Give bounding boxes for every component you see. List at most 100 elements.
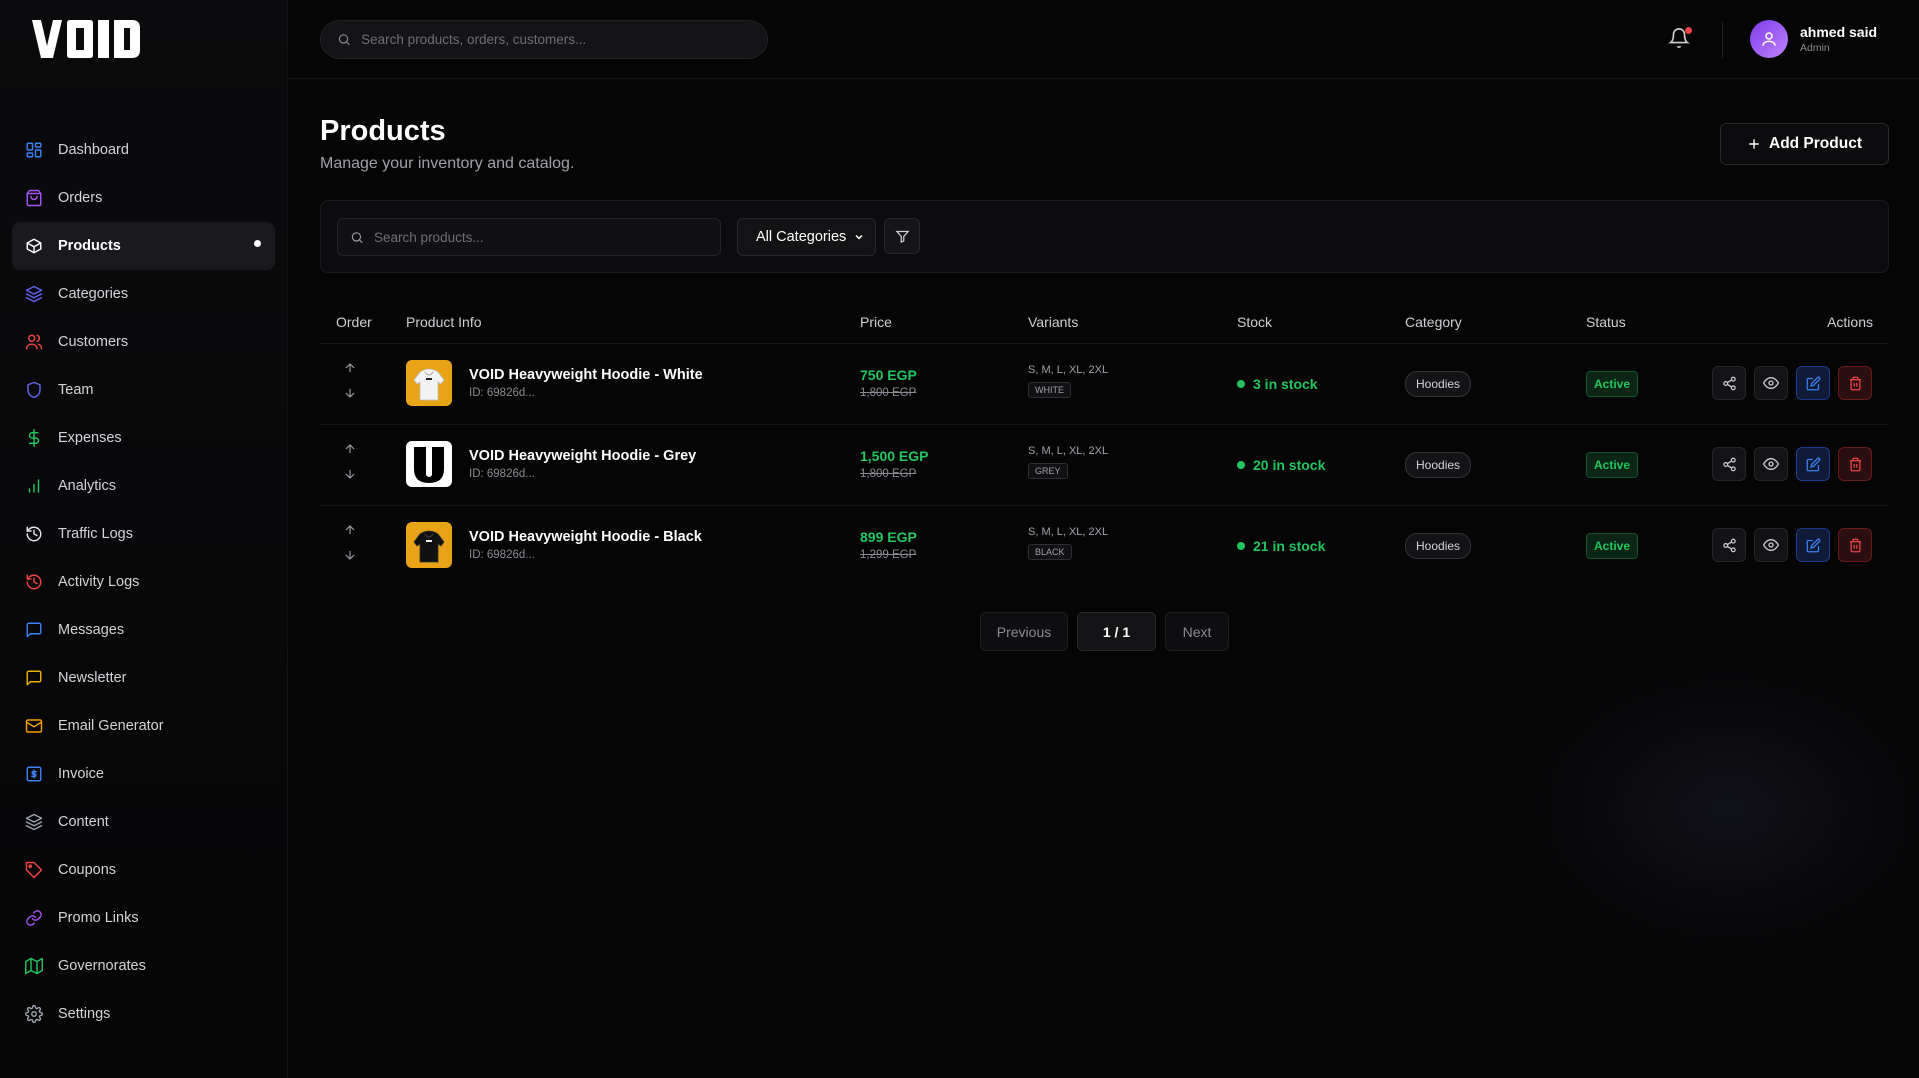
status-badge: Active (1586, 452, 1639, 478)
column-header[interactable]: Actions (1827, 314, 1873, 330)
delete-button[interactable] (1838, 366, 1872, 400)
arrow-down-icon (345, 469, 355, 479)
view-button[interactable] (1754, 447, 1788, 481)
table-body: VOID Heavyweight Hoodie - White ID: 69826… (320, 344, 1889, 587)
category-chip: Hoodies (1405, 371, 1472, 397)
notifications-button[interactable] (1668, 27, 1692, 51)
edit-button[interactable] (1796, 447, 1830, 481)
product-search-input[interactable] (374, 229, 720, 245)
stock-label: 20 in stock (1253, 457, 1326, 473)
map-icon (24, 956, 44, 976)
variant-color-tag: BLACK (1028, 544, 1072, 560)
trash-icon (1849, 538, 1861, 552)
sidebar-item-newsletter[interactable]: Newsletter (12, 654, 275, 702)
sidebar-nav: Dashboard Orders Products Categories Custome… (12, 126, 275, 1038)
divider (1722, 22, 1723, 58)
product-thumbnail (406, 522, 452, 568)
column-header[interactable]: Price (860, 314, 892, 330)
variant-color-tag: GREY (1028, 463, 1068, 479)
sidebar-item-products[interactable]: Products (12, 222, 275, 270)
column-header[interactable]: Category (1405, 314, 1462, 330)
sidebar-item-label: Traffic Logs (58, 526, 133, 542)
dashboard-icon (24, 140, 44, 160)
layers-icon (24, 812, 44, 832)
main-content: Products Manage your inventory and catal… (288, 79, 1919, 1078)
move-up-button[interactable] (342, 441, 358, 457)
move-up-button[interactable] (342, 522, 358, 538)
sidebar-item-label: Orders (58, 190, 103, 206)
logo-wordmark (32, 20, 140, 58)
sidebar-item-messages[interactable]: Messages (12, 606, 275, 654)
global-search[interactable] (320, 20, 768, 59)
sidebar-item-label: Categories (58, 286, 129, 302)
product-name[interactable]: VOID Heavyweight Hoodie - White (469, 367, 703, 383)
sidebar-item-invoice[interactable]: Invoice (12, 750, 275, 798)
product-id: ID: 69826d... (469, 468, 535, 480)
view-button[interactable] (1754, 528, 1788, 562)
column-header[interactable]: Stock (1237, 314, 1272, 330)
share-button[interactable] (1712, 447, 1746, 481)
user-menu[interactable]: ahmed said Admin (1750, 20, 1877, 58)
eye-icon (1763, 376, 1779, 390)
product-search[interactable] (337, 218, 721, 256)
sidebar-item-label: Customers (58, 334, 129, 350)
sidebar-item-orders[interactable]: Orders (12, 174, 275, 222)
sidebar-item-team[interactable]: Team (12, 366, 275, 414)
products-table: Order Product Info Price Variants Stock … (320, 302, 1889, 587)
layers-icon (24, 284, 44, 304)
column-header[interactable]: Status (1586, 314, 1626, 330)
plus-icon (1749, 139, 1759, 149)
sidebar-item-categories[interactable]: Categories (12, 270, 275, 318)
product-name[interactable]: VOID Heavyweight Hoodie - Grey (469, 448, 696, 464)
stock-status: 20 in stock (1237, 457, 1325, 473)
view-button[interactable] (1754, 366, 1788, 400)
share-button[interactable] (1712, 528, 1746, 562)
sidebar-item-label: Products (58, 238, 121, 254)
move-down-button[interactable] (342, 385, 358, 401)
sidebar-item-label: Email Generator (58, 718, 164, 734)
sidebar-item-activity-logs[interactable]: Activity Logs (12, 558, 275, 606)
order-controls (342, 441, 358, 482)
sidebar-item-customers[interactable]: Customers (12, 318, 275, 366)
message-square-icon (24, 668, 44, 688)
sidebar-item-label: Promo Links (58, 910, 139, 926)
sidebar-item-content[interactable]: Content (12, 798, 275, 846)
add-product-button[interactable]: Add Product (1720, 123, 1889, 165)
sidebar-item-promo-links[interactable]: Promo Links (12, 894, 275, 942)
variant-sizes: S, M, L, XL, 2XL (1028, 364, 1109, 376)
category-select[interactable]: All Categories (737, 218, 876, 256)
sidebar-item-governorates[interactable]: Governorates (12, 942, 275, 990)
move-down-button[interactable] (342, 547, 358, 563)
column-header[interactable]: Product Info (406, 314, 482, 330)
next-page-button[interactable]: Next (1165, 612, 1229, 651)
table-header: Order Product Info Price Variants Stock … (320, 302, 1889, 344)
sidebar-item-expenses[interactable]: Expenses (12, 414, 275, 462)
share-button[interactable] (1712, 366, 1746, 400)
row-actions (1712, 366, 1872, 400)
sidebar-item-analytics[interactable]: Analytics (12, 462, 275, 510)
current-page-indicator: 1 / 1 (1077, 612, 1156, 651)
sidebar-item-label: Analytics (58, 478, 117, 494)
sidebar-item-traffic-logs[interactable]: Traffic Logs (12, 510, 275, 558)
column-header[interactable]: Variants (1028, 314, 1078, 330)
sidebar-item-settings[interactable]: Settings (12, 990, 275, 1038)
column-header[interactable]: Order (336, 314, 372, 330)
edit-button[interactable] (1796, 528, 1830, 562)
delete-button[interactable] (1838, 447, 1872, 481)
global-search-input[interactable] (361, 32, 767, 47)
previous-page-button[interactable]: Previous (980, 612, 1068, 651)
category-select-value: All Categories (756, 229, 847, 245)
sidebar-item-email-generator[interactable]: Email Generator (12, 702, 275, 750)
sidebar-item-coupons[interactable]: Coupons (12, 846, 275, 894)
share-icon (1722, 457, 1736, 471)
product-name[interactable]: VOID Heavyweight Hoodie - Black (469, 529, 702, 545)
move-up-button[interactable] (342, 360, 358, 376)
sidebar-item-dashboard[interactable]: Dashboard (12, 126, 275, 174)
product-old-price: 1,800 EGP (860, 468, 917, 480)
filter-button[interactable] (884, 218, 920, 254)
chevron-down-icon (855, 234, 863, 240)
delete-button[interactable] (1838, 528, 1872, 562)
edit-button[interactable] (1796, 366, 1830, 400)
void-logo[interactable] (32, 20, 164, 58)
move-down-button[interactable] (342, 466, 358, 482)
